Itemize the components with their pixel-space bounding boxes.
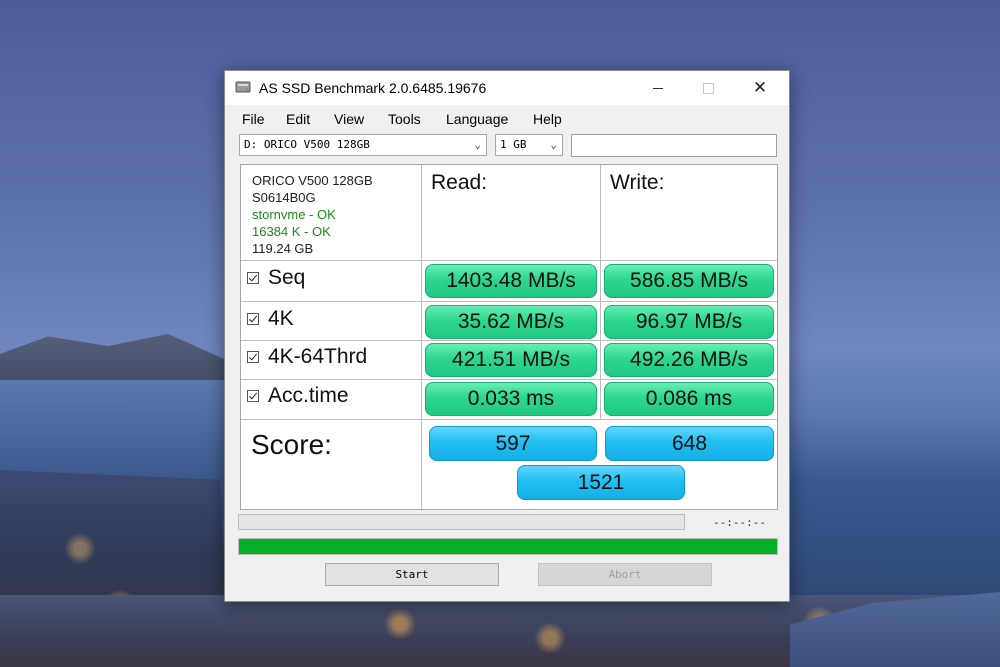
window-title: AS SSD Benchmark 2.0.6485.19676 [259, 80, 487, 96]
title-bar[interactable]: AS SSD Benchmark 2.0.6485.19676 ✕ [225, 71, 789, 105]
4k-read-result: 35.62 MB/s [425, 305, 597, 339]
drive-model: ORICO V500 128GB [252, 173, 373, 188]
read-score: 597 [429, 426, 597, 461]
menu-language[interactable]: Language [446, 111, 508, 127]
grid-divider [600, 165, 601, 420]
4k-write-result: 96.97 MB/s [604, 305, 774, 339]
menu-view[interactable]: View [334, 111, 364, 127]
drive-select[interactable]: D: ORICO V500 128GB ⌄ [239, 134, 487, 156]
acc-time-checkbox[interactable] [247, 390, 259, 402]
grid-divider [421, 165, 422, 511]
row-label: Seq [268, 266, 306, 289]
app-drive-icon [235, 81, 251, 93]
grid-divider [241, 419, 777, 420]
grid-divider [241, 340, 777, 341]
4k-64thrd-checkbox[interactable] [247, 351, 259, 363]
drive-select-value: D: ORICO V500 128GB [244, 138, 370, 151]
close-icon: ✕ [752, 78, 768, 97]
seq-checkbox[interactable] [247, 272, 259, 284]
row-4k-64thrd[interactable]: 4K-64Thrd [247, 345, 367, 369]
maximize-icon [702, 82, 714, 94]
start-button[interactable]: Start [325, 563, 499, 586]
row-label: Acc.time [268, 384, 349, 407]
drive-capacity: 119.24 GB [252, 241, 314, 256]
row-seq[interactable]: Seq [247, 266, 305, 290]
4k-64thrd-write-result: 492.26 MB/s [604, 343, 774, 377]
acc-time-write-result: 0.086 ms [604, 382, 774, 416]
minimize-icon [653, 87, 663, 89]
score-label: Score: [251, 429, 332, 460]
menu-file[interactable]: File [242, 111, 265, 127]
chevron-down-icon: ⌄ [474, 138, 481, 151]
read-header: Read: [431, 171, 488, 194]
overall-progress-fill [239, 539, 777, 554]
chevron-down-icon: ⌄ [550, 138, 557, 151]
grid-divider [241, 379, 777, 380]
seq-write-result: 586.85 MB/s [604, 264, 774, 298]
menu-bar: File Edit View Tools Language Help [225, 109, 789, 131]
4k-64thrd-read-result: 421.51 MB/s [425, 343, 597, 377]
row-label: 4K [268, 307, 294, 330]
driver-status: stornvme - OK [252, 207, 336, 222]
text-field[interactable] [571, 134, 777, 157]
menu-edit[interactable]: Edit [286, 111, 310, 127]
benchmark-window: AS SSD Benchmark 2.0.6485.19676 ✕ File E… [224, 70, 790, 602]
drive-firmware: S0614B0G [252, 190, 316, 205]
size-select-value: 1 GB [500, 138, 527, 151]
close-button[interactable]: ✕ [737, 71, 783, 105]
acc-time-read-result: 0.033 ms [425, 382, 597, 416]
grid-divider [241, 301, 777, 302]
abort-button[interactable]: Abort [538, 563, 712, 586]
minimize-button[interactable] [635, 71, 681, 105]
test-progress-bar [238, 514, 685, 530]
total-score: 1521 [517, 465, 685, 500]
row-label: 4K-64Thrd [268, 345, 368, 368]
size-select[interactable]: 1 GB ⌄ [495, 134, 563, 156]
elapsed-time: --:--:-- [713, 516, 766, 529]
alignment-status: 16384 K - OK [252, 224, 331, 239]
maximize-button[interactable] [685, 71, 731, 105]
grid-divider [241, 260, 777, 261]
row-4k[interactable]: 4K [247, 307, 294, 331]
results-panel: ORICO V500 128GB S0614B0G stornvme - OK … [240, 164, 778, 511]
drive-info: ORICO V500 128GB S0614B0G stornvme - OK … [252, 172, 373, 257]
write-header: Write: [610, 171, 665, 194]
4k-checkbox[interactable] [247, 313, 259, 325]
write-score: 648 [605, 426, 774, 461]
row-acc-time[interactable]: Acc.time [247, 384, 349, 408]
overall-progress-bar [238, 538, 778, 555]
seq-read-result: 1403.48 MB/s [425, 264, 597, 298]
menu-tools[interactable]: Tools [388, 111, 421, 127]
menu-help[interactable]: Help [533, 111, 562, 127]
